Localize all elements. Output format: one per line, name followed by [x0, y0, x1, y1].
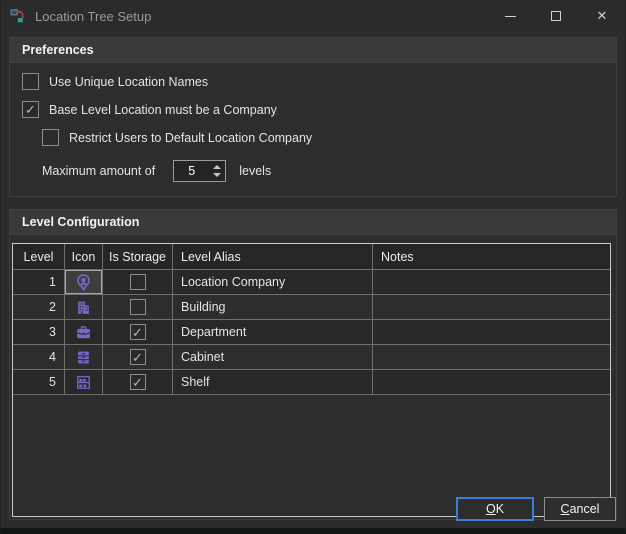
level-cell[interactable]: 4 [13, 345, 65, 369]
table-header-row: Level Icon Is Storage Level Alias Notes [13, 244, 610, 270]
level-alias-cell[interactable]: Building [173, 295, 373, 319]
ok-button[interactable]: OK [456, 497, 534, 521]
app-icon [10, 8, 26, 24]
level-alias-cell[interactable]: Location Company [173, 270, 373, 294]
dialog-footer: OK Cancel [456, 497, 616, 521]
level-cell[interactable]: 3 [13, 320, 65, 344]
level-cell[interactable]: 1 [13, 270, 65, 294]
is-storage-checkbox[interactable] [130, 274, 146, 290]
minimize-button[interactable] [487, 1, 533, 31]
notes-cell[interactable] [373, 270, 610, 294]
level-cell[interactable]: 2 [13, 295, 65, 319]
level-configuration-header: Level Configuration [10, 210, 616, 235]
minimize-icon [505, 16, 516, 17]
level-configuration-table: Level Icon Is Storage Level Alias Notes … [12, 243, 611, 517]
unique-location-names-checkbox[interactable] [22, 73, 39, 90]
location-tree-setup-dialog: Location Tree Setup ✕ Preferences Use Un… [0, 0, 626, 534]
close-icon: ✕ [597, 8, 608, 24]
is-storage-checkbox[interactable] [130, 324, 146, 340]
column-header-level-alias[interactable]: Level Alias [173, 244, 373, 269]
restrict-users-checkbox[interactable] [42, 129, 59, 146]
cancel-button[interactable]: Cancel [544, 497, 616, 521]
notes-cell[interactable] [373, 370, 610, 394]
level-configuration-group: Level Configuration Level Icon Is Storag… [9, 209, 617, 520]
base-level-company-label: Base Level Location must be a Company [49, 103, 277, 117]
level-alias-cell[interactable]: Shelf [173, 370, 373, 394]
unique-location-names-row: Use Unique Location Names [22, 73, 604, 90]
cabinet-icon[interactable] [65, 345, 102, 369]
titlebar: Location Tree Setup ✕ [1, 1, 625, 31]
maximize-button[interactable] [533, 1, 579, 31]
base-level-company-checkbox[interactable] [22, 101, 39, 118]
maximize-icon [551, 11, 561, 21]
max-levels-spinner[interactable]: 5 [173, 160, 226, 182]
table-row: 5 Shelf [13, 370, 610, 395]
unique-location-names-label: Use Unique Location Names [49, 75, 208, 89]
table-row: 2 Building [13, 295, 610, 320]
spinner-down-icon[interactable] [213, 173, 221, 177]
window-title: Location Tree Setup [35, 9, 151, 24]
preferences-header: Preferences [10, 38, 616, 63]
table-row: 1 Location Company [13, 270, 610, 295]
preferences-group: Preferences Use Unique Location Names Ba… [9, 37, 617, 197]
spinner-up-icon[interactable] [213, 165, 221, 169]
restrict-users-row: Restrict Users to Default Location Compa… [42, 129, 604, 146]
building-icon[interactable] [65, 295, 102, 319]
notes-cell[interactable] [373, 295, 610, 319]
level-alias-cell[interactable]: Cabinet [173, 345, 373, 369]
base-level-company-row: Base Level Location must be a Company [22, 101, 604, 118]
restrict-users-label: Restrict Users to Default Location Compa… [69, 131, 312, 145]
shelf-icon[interactable] [65, 370, 102, 394]
max-levels-value[interactable]: 5 [174, 161, 209, 181]
max-levels-label: Maximum amount of [42, 164, 155, 178]
is-storage-checkbox[interactable] [130, 374, 146, 390]
max-levels-row: Maximum amount of 5 levels [42, 160, 604, 182]
column-header-level[interactable]: Level [13, 244, 65, 269]
table-row: 4 Cabinet [13, 345, 610, 370]
is-storage-checkbox[interactable] [130, 349, 146, 365]
levels-suffix-label: levels [239, 164, 271, 178]
column-header-icon[interactable]: Icon [65, 244, 103, 269]
close-button[interactable]: ✕ [579, 1, 625, 31]
column-header-notes[interactable]: Notes [373, 244, 610, 269]
column-header-is-storage[interactable]: Is Storage [103, 244, 173, 269]
level-alias-cell[interactable]: Department [173, 320, 373, 344]
is-storage-checkbox[interactable] [130, 299, 146, 315]
person-location-icon[interactable] [65, 270, 102, 294]
table-row: 3 Department [13, 320, 610, 345]
level-cell[interactable]: 5 [13, 370, 65, 394]
briefcase-icon[interactable] [65, 320, 102, 344]
notes-cell[interactable] [373, 345, 610, 369]
notes-cell[interactable] [373, 320, 610, 344]
